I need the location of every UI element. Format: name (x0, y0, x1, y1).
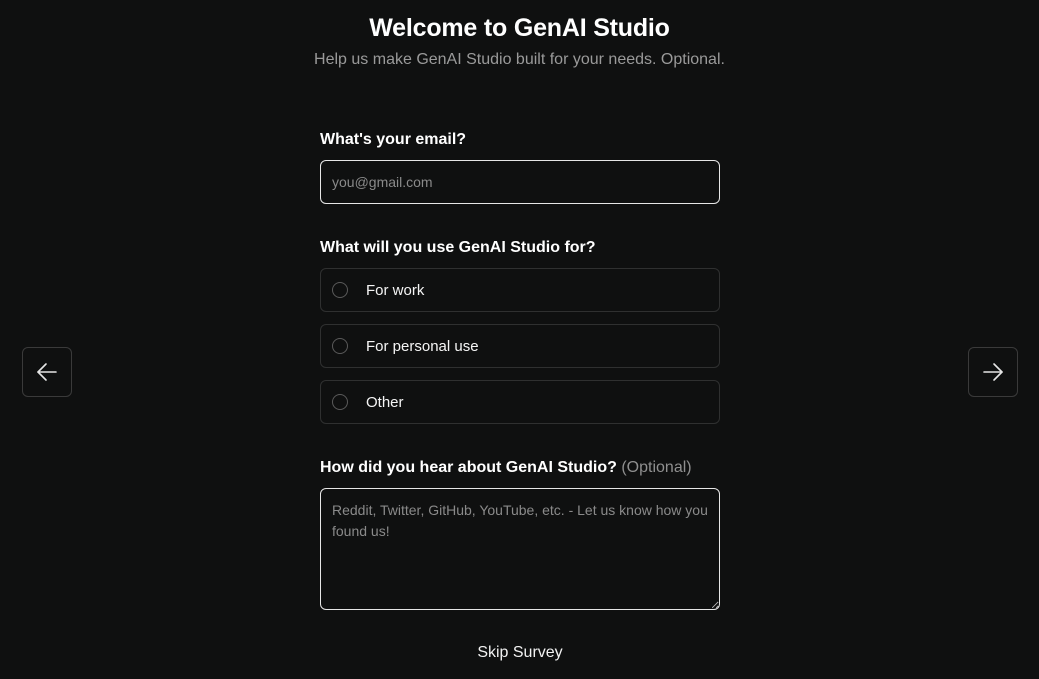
next-button[interactable] (968, 347, 1018, 397)
usage-option-other[interactable]: Other (320, 380, 720, 424)
referral-label: How did you hear about GenAI Studio? (Op… (320, 459, 692, 477)
optional-tag: (Optional) (621, 459, 692, 476)
referral-textarea[interactable] (320, 488, 720, 610)
usage-option-personal[interactable]: For personal use (320, 324, 720, 368)
email-input[interactable] (320, 160, 720, 204)
page-subtitle: Help us make GenAI Studio built for your… (314, 51, 725, 68)
referral-label-text: How did you hear about GenAI Studio? (320, 459, 617, 476)
usage-option-label: For personal use (366, 337, 479, 355)
radio-button[interactable] (332, 394, 348, 410)
page-title: Welcome to GenAI Studio (369, 14, 670, 42)
radio-button[interactable] (332, 282, 348, 298)
usage-option-work[interactable]: For work (320, 268, 720, 312)
onboarding-survey-page: Welcome to GenAI Studio Help us make Gen… (0, 0, 1039, 679)
email-label: What's your email? (320, 131, 467, 148)
radio-button[interactable] (332, 338, 348, 354)
usage-option-label: For work (366, 281, 425, 299)
arrow-left-icon (37, 363, 57, 381)
usage-label: What will you use GenAI Studio for? (320, 239, 596, 256)
usage-option-label: Other (366, 393, 404, 411)
skip-survey-button[interactable]: Skip Survey (320, 644, 720, 662)
previous-button[interactable] (22, 347, 72, 397)
arrow-right-icon (983, 363, 1003, 381)
